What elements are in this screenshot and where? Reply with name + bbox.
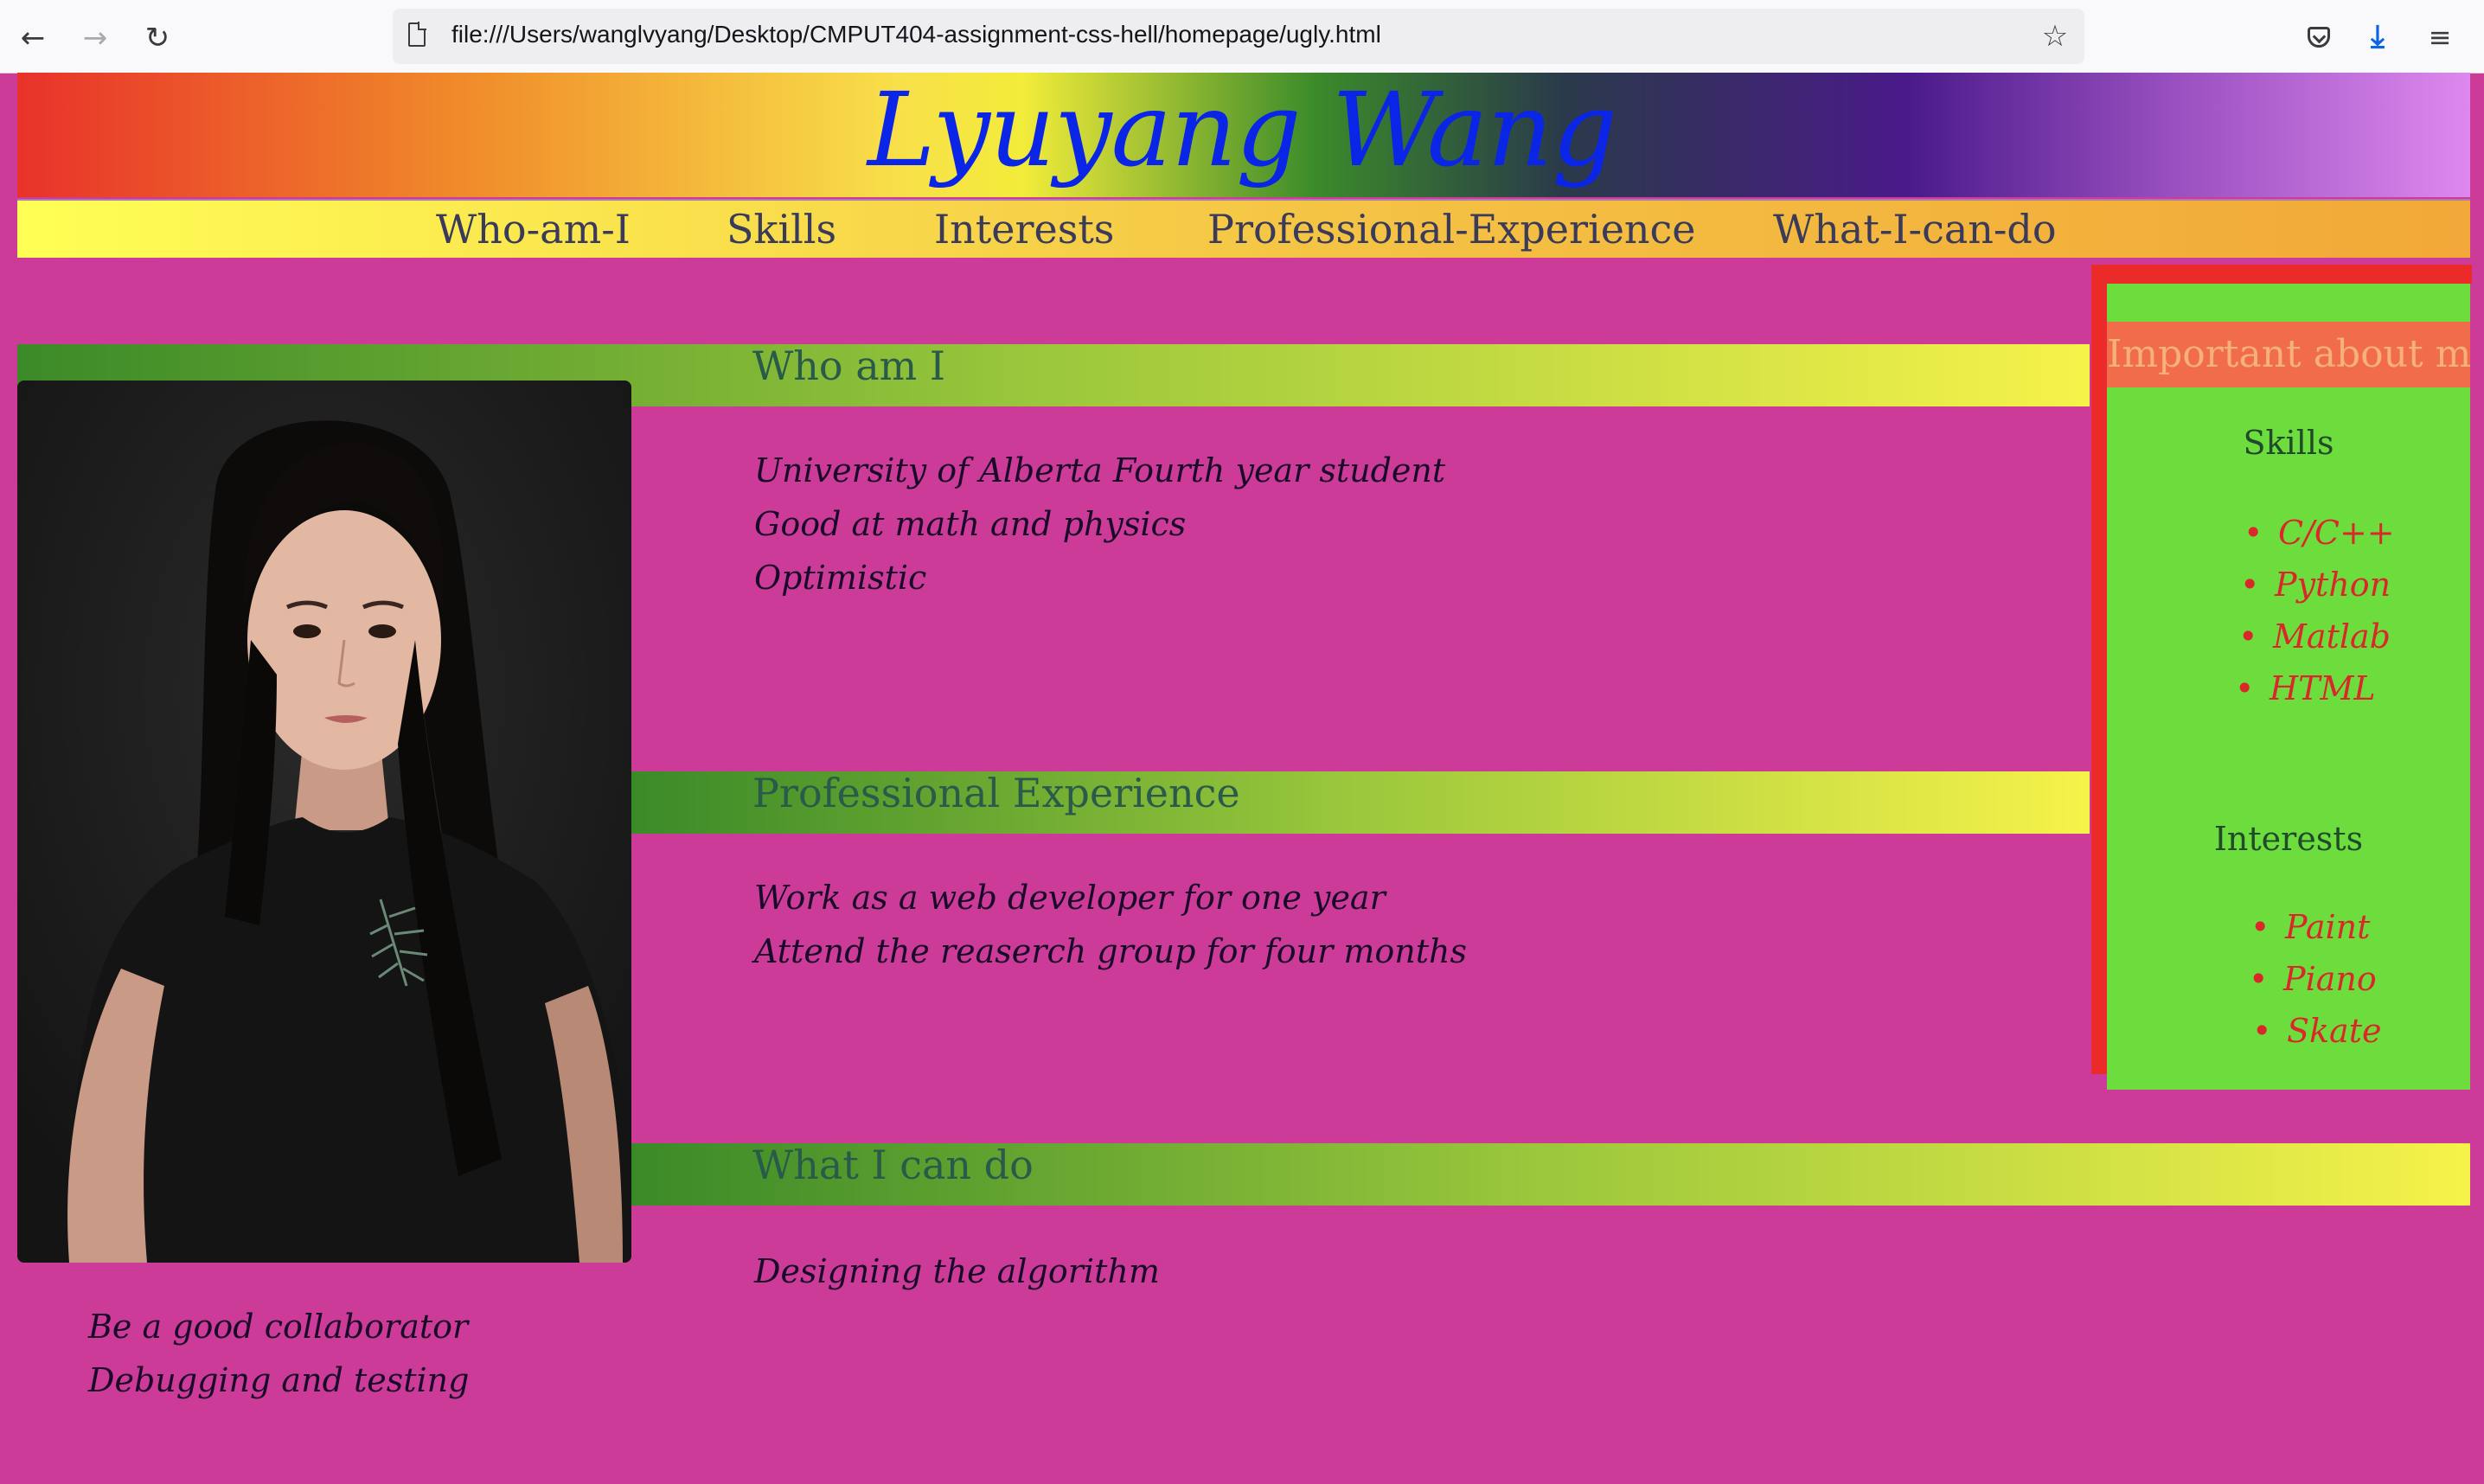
who-line: University of Alberta Fourth year studen… <box>754 451 1446 489</box>
nav-bar: Who-am-I Skills Interests Professional-E… <box>17 199 2470 258</box>
forward-button[interactable]: → <box>74 17 116 59</box>
profile-photo <box>17 381 631 1263</box>
downloads-button[interactable]: ⤓ <box>2356 16 2399 59</box>
arrow-right-icon: → <box>82 21 108 55</box>
skill-item: Matlab <box>2238 617 2391 656</box>
download-icon: ⤓ <box>2371 19 2385 54</box>
can-do-section-title: What I can do <box>752 1142 1034 1188</box>
nav-link-interests[interactable]: Interests <box>934 201 1114 258</box>
pocket-button[interactable] <box>2297 16 2340 59</box>
skill-item: C/C++ <box>2244 514 2395 552</box>
arrow-left-icon: ← <box>20 21 46 55</box>
nav-link-professional-experience[interactable]: Professional-Experience <box>1207 201 1696 258</box>
nav-link-what-i-can-do[interactable]: What-I-can-do <box>1773 201 2057 258</box>
back-button[interactable]: ← <box>12 17 54 59</box>
interest-item: Piano <box>2249 960 2377 998</box>
can-do-line: Designing the algorithm <box>754 1252 1160 1290</box>
professional-section-title: Professional Experience <box>752 770 1240 816</box>
who-line: Good at math and physics <box>754 505 1187 543</box>
aside-border-top <box>2091 265 2472 284</box>
star-icon: ☆ <box>2041 19 2069 54</box>
browser-toolbar: ← → ↻ file:///Users/wanglvyang/Desktop/C… <box>0 0 2484 74</box>
url-text[interactable]: file:///Users/wanglvyang/Desktop/CMPUT40… <box>451 21 1381 48</box>
aside-interests-heading: Interests <box>2213 820 2364 858</box>
can-do-line: Debugging and testing <box>88 1361 470 1399</box>
skill-item: HTML <box>2235 669 2376 707</box>
nav-link-skills[interactable]: Skills <box>727 201 836 258</box>
skill-item: Python <box>2240 566 2391 604</box>
professional-line: Work as a web developer for one year <box>754 879 1386 917</box>
who-section-title: Who am I <box>752 342 946 389</box>
reload-icon: ↻ <box>144 21 170 55</box>
reload-button[interactable]: ↻ <box>137 17 178 59</box>
hamburger-menu-icon: ≡ <box>2428 21 2452 54</box>
address-bar[interactable]: file:///Users/wanglvyang/Desktop/CMPUT40… <box>393 9 2084 64</box>
bookmark-star-button[interactable]: ☆ <box>2036 17 2074 55</box>
site-title: Lyuyang Wang <box>867 70 1617 189</box>
interest-item: Skate <box>2252 1012 2382 1050</box>
can-do-line: Be a good collaborator <box>88 1308 469 1346</box>
pocket-icon <box>2308 27 2330 48</box>
professional-line: Attend the reaserch group for four month… <box>754 932 1468 970</box>
aside-title: Important about me <box>2107 332 2470 376</box>
app-menu-button[interactable]: ≡ <box>2418 16 2462 59</box>
interest-item: Paint <box>2250 908 2371 946</box>
aside-skills-heading: Skills <box>2243 424 2334 462</box>
nav-link-who-am-i[interactable]: Who-am-I <box>436 201 631 258</box>
file-icon <box>408 22 426 47</box>
who-line: Optimistic <box>754 559 927 597</box>
